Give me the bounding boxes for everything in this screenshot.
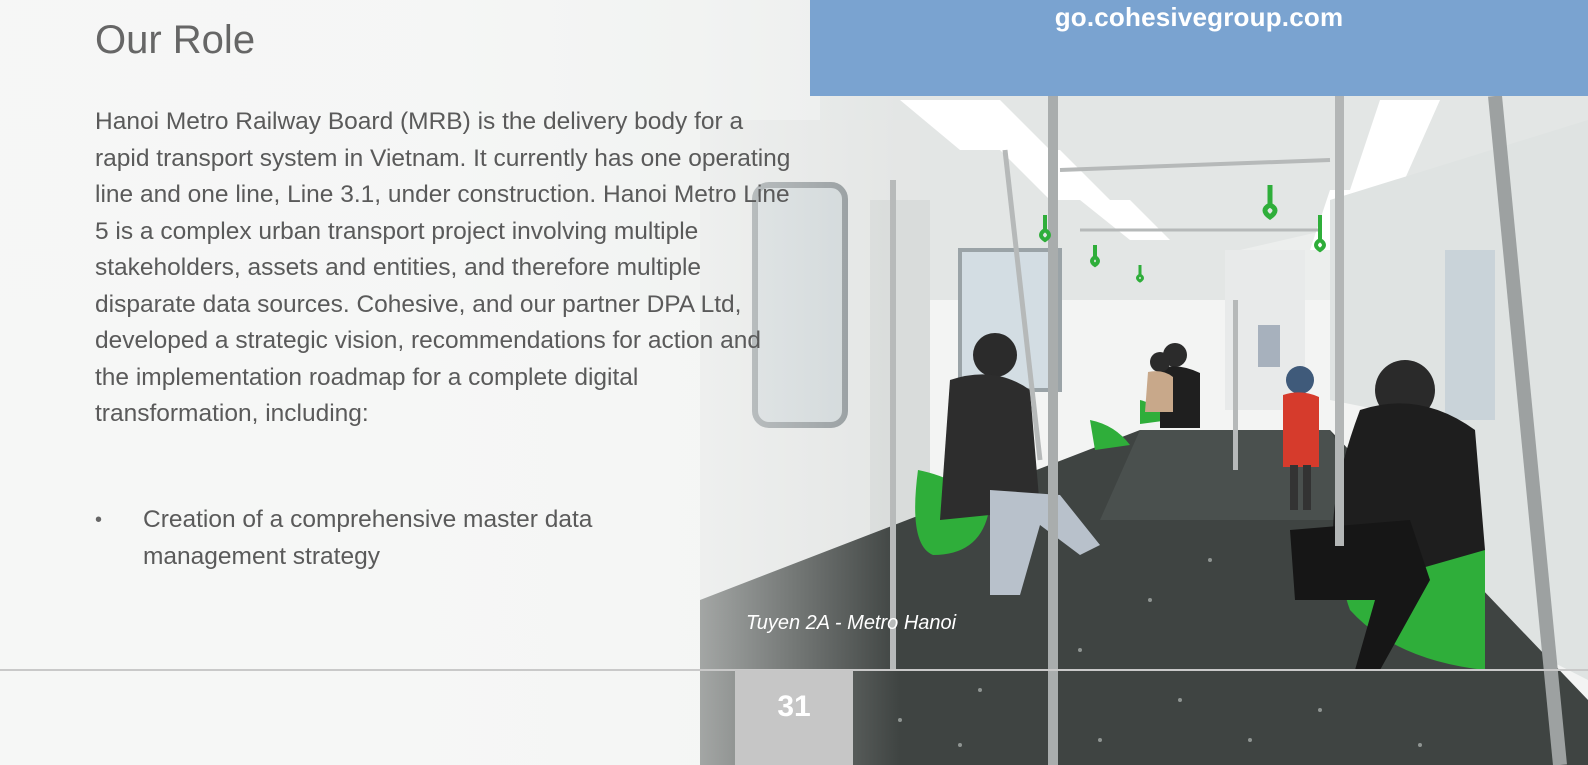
slide-title: Our Role bbox=[95, 18, 256, 62]
bullet-list: • Creation of a comprehensive master dat… bbox=[95, 502, 715, 575]
photo-caption: Tuyen 2A - Metro Hanoi bbox=[746, 612, 957, 634]
header-banner: go.cohesivegroup.com bbox=[810, 0, 1588, 96]
website-url[interactable]: go.cohesivegroup.com bbox=[810, 2, 1588, 33]
list-item: • Creation of a comprehensive master dat… bbox=[95, 502, 715, 575]
page-number: 31 bbox=[777, 690, 811, 723]
page-number-box: 31 bbox=[735, 670, 853, 765]
body-paragraph: Hanoi Metro Railway Board (MRB) is the d… bbox=[95, 108, 791, 427]
bullet-text: Creation of a comprehensive master data … bbox=[143, 506, 593, 570]
bullet-marker: • bbox=[95, 509, 103, 531]
